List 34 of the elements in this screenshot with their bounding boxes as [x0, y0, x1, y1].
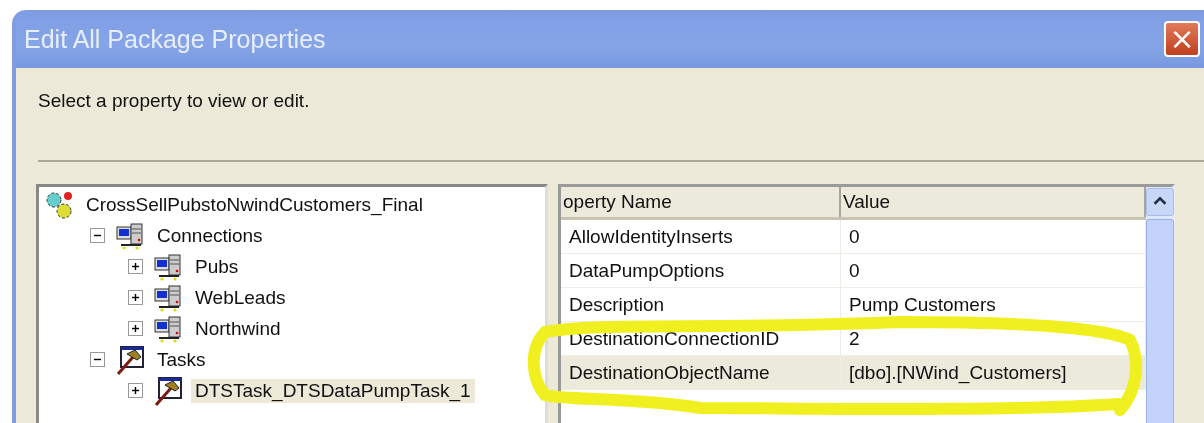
- plus-icon[interactable]: [128, 290, 143, 305]
- plus-icon[interactable]: [128, 259, 143, 274]
- tree-item[interactable]: Connections: [153, 223, 267, 248]
- tree-item[interactable]: Tasks: [153, 347, 210, 372]
- property-row[interactable]: DataPumpOptions 0: [561, 254, 1146, 288]
- hammer-icon: [115, 344, 145, 375]
- server-icon: [153, 313, 183, 344]
- server-icon: [153, 282, 183, 313]
- property-row[interactable]: DestinationObjectName [dbo].[NWind_Customers]: [561, 356, 1146, 390]
- table-cell: DataPumpOptions: [561, 254, 841, 287]
- plus-icon[interactable]: [128, 321, 143, 336]
- gears-icon: [44, 189, 74, 220]
- server-icon: [115, 220, 145, 251]
- table-cell: AllowIdentityInserts: [561, 220, 841, 253]
- tree-item[interactable]: Pubs: [191, 254, 243, 279]
- window-title: Edit All Package Properties: [24, 24, 326, 54]
- tree-item[interactable]: DTSTask_DTSDataPumpTask_1: [191, 378, 475, 403]
- table-cell: DestinationConnectionID: [561, 322, 841, 355]
- table-cell: DestinationObjectName: [561, 356, 841, 389]
- server-icon: [153, 251, 183, 282]
- instruction-text: Select a property to view or edit.: [38, 90, 310, 112]
- tree-item[interactable]: CrossSellPubstoNwindCustomers_Final: [82, 192, 427, 217]
- plus-icon[interactable]: [128, 383, 143, 398]
- tree-item[interactable]: WebLeads: [191, 285, 290, 310]
- minus-icon[interactable]: [90, 352, 105, 367]
- close-button[interactable]: ×: [1164, 21, 1200, 57]
- column-header[interactable]: operty Name: [561, 187, 841, 217]
- tree-item[interactable]: Northwind: [191, 316, 285, 341]
- scrollbar-thumb[interactable]: [1146, 219, 1174, 423]
- minus-icon[interactable]: [90, 228, 105, 243]
- table-cell: Description: [561, 288, 841, 321]
- scroll-up-button[interactable]: [1146, 188, 1174, 216]
- property-row[interactable]: AllowIdentityInserts 0: [561, 220, 1146, 254]
- hammer-icon: [153, 375, 183, 406]
